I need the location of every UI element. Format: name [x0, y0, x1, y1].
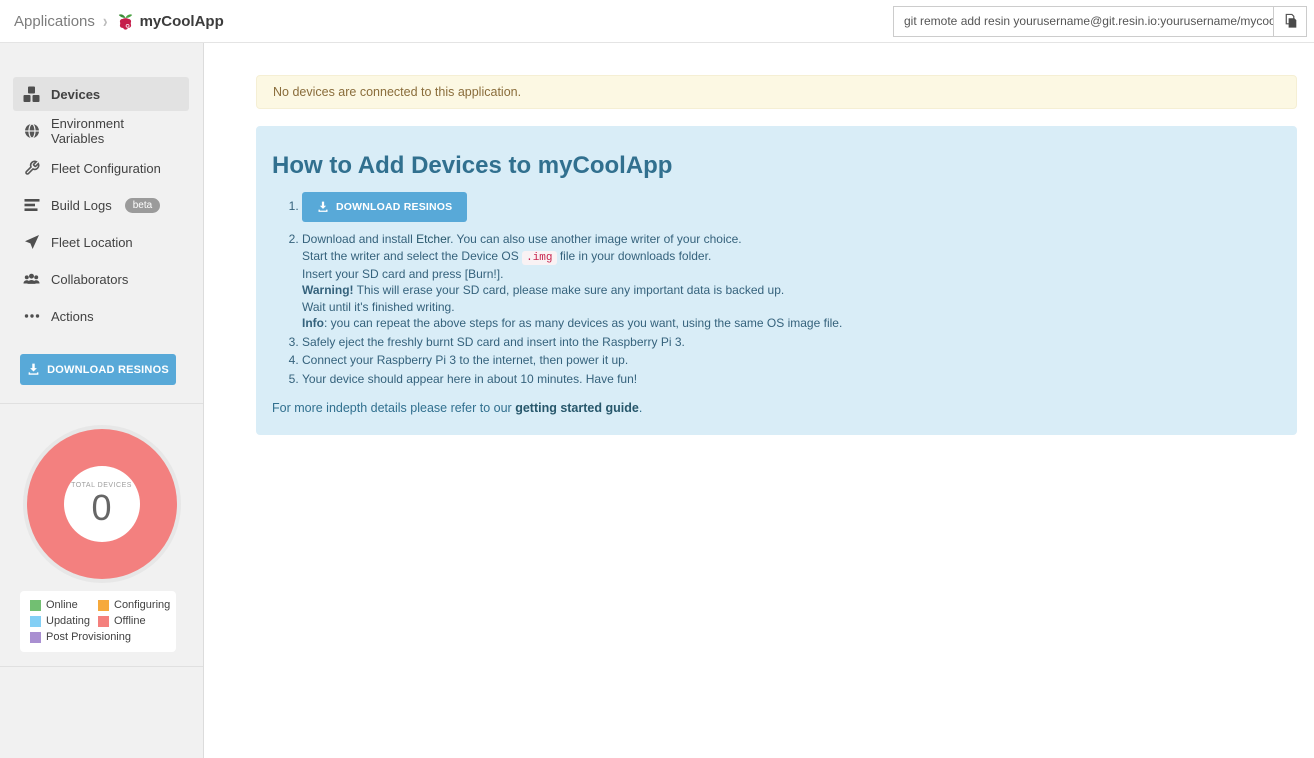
sidebar-item-collaborators[interactable]: Collaborators — [13, 262, 189, 296]
offline-swatch — [98, 616, 109, 627]
ellipsis-icon — [23, 308, 40, 325]
sidebar-item-fleet-location[interactable]: Fleet Location — [13, 225, 189, 259]
sidebar-item-label: Fleet Location — [51, 235, 133, 250]
donut-value: 0 — [91, 489, 111, 527]
raspberry-pi-icon — [116, 12, 135, 31]
breadcrumb-app-name: myCoolApp — [140, 13, 224, 30]
download-resinos-label: DOWNLOAD RESINOS — [47, 364, 169, 376]
cubes-icon — [23, 86, 40, 103]
sidebar-item-label: Actions — [51, 309, 94, 324]
legend-item-post-provisioning: Post Provisioning — [30, 631, 166, 643]
step-3: Safely eject the freshly burnt SD card a… — [302, 334, 1277, 351]
etcher-link[interactable]: Etcher — [416, 232, 450, 246]
sidebar-item-actions[interactable]: Actions — [13, 299, 189, 333]
sidebar-item-environment-variables[interactable]: Environment Variables — [13, 114, 189, 148]
sidebar-item-label: Devices — [51, 87, 100, 102]
chevron-right-icon: › — [103, 11, 108, 32]
logs-icon — [23, 197, 40, 214]
globe-icon — [23, 123, 40, 140]
top-header: Applications › myCoolApp git — [0, 0, 1314, 43]
step-2: Download and install Etcher. You can als… — [302, 231, 1277, 332]
legend-item-online: Online — [30, 599, 98, 611]
step-5: Your device should appear here in about … — [302, 371, 1277, 388]
breadcrumb: Applications › myCoolApp — [14, 12, 224, 31]
navigation-arrow-icon — [23, 234, 40, 251]
total-devices-donut-chart: TOTAL DEVICES 0 — [27, 429, 177, 579]
img-code-snippet: .img — [522, 251, 556, 265]
sidebar-item-label: Collaborators — [51, 272, 128, 287]
post-provisioning-swatch — [30, 632, 41, 643]
wrench-icon — [23, 160, 40, 177]
download-resinos-button[interactable]: DOWNLOAD RESINOS — [302, 192, 467, 222]
breadcrumb-applications-link[interactable]: Applications — [14, 13, 95, 30]
git-remote-group: git remote add resin yourusername@git.re… — [893, 6, 1307, 37]
copy-icon — [1283, 13, 1298, 29]
download-resinos-label: DOWNLOAD RESINOS — [336, 201, 452, 213]
panel-title: How to Add Devices to myCoolApp — [272, 152, 1277, 180]
updating-swatch — [30, 616, 41, 627]
sidebar-item-label: Build Logs — [51, 198, 112, 213]
sidebar: Devices Environment Variables Fleet Conf… — [0, 43, 204, 758]
copy-button[interactable] — [1273, 6, 1307, 37]
main-content: No devices are connected to this applica… — [204, 43, 1314, 758]
sidebar-item-fleet-configuration[interactable]: Fleet Configuration — [13, 151, 189, 185]
configuring-swatch — [98, 600, 109, 611]
how-to-add-devices-panel: How to Add Devices to myCoolApp DOWNLOAD… — [256, 126, 1297, 435]
people-icon — [23, 271, 40, 288]
beta-badge: beta — [125, 198, 160, 213]
legend-item-offline: Offline — [98, 615, 166, 627]
guide-footer: For more indepth details please refer to… — [272, 401, 1277, 415]
online-swatch — [30, 600, 41, 611]
sidebar-item-label: Fleet Configuration — [51, 161, 161, 176]
download-icon — [27, 363, 40, 376]
sidebar-divider — [0, 666, 203, 667]
download-resinos-button[interactable]: DOWNLOAD RESINOS — [20, 354, 176, 385]
step-1: DOWNLOAD RESINOS — [302, 192, 1277, 222]
sidebar-item-build-logs[interactable]: Build Logs beta — [13, 188, 189, 222]
sidebar-item-devices[interactable]: Devices — [13, 77, 189, 111]
legend-item-updating: Updating — [30, 615, 98, 627]
git-remote-command-field[interactable]: git remote add resin yourusername@git.re… — [893, 6, 1273, 37]
sidebar-item-label: Environment Variables — [51, 116, 179, 146]
legend-item-configuring: Configuring — [98, 599, 166, 611]
sidebar-divider — [0, 403, 203, 404]
breadcrumb-app: myCoolApp — [116, 12, 224, 31]
device-status-legend: Online Configuring Updating Offline Post… — [20, 591, 176, 652]
download-icon — [317, 201, 329, 213]
getting-started-guide-link[interactable]: getting started guide — [515, 401, 639, 415]
step-4: Connect your Raspberry Pi 3 to the inter… — [302, 352, 1277, 369]
no-devices-alert: No devices are connected to this applica… — [256, 75, 1297, 109]
